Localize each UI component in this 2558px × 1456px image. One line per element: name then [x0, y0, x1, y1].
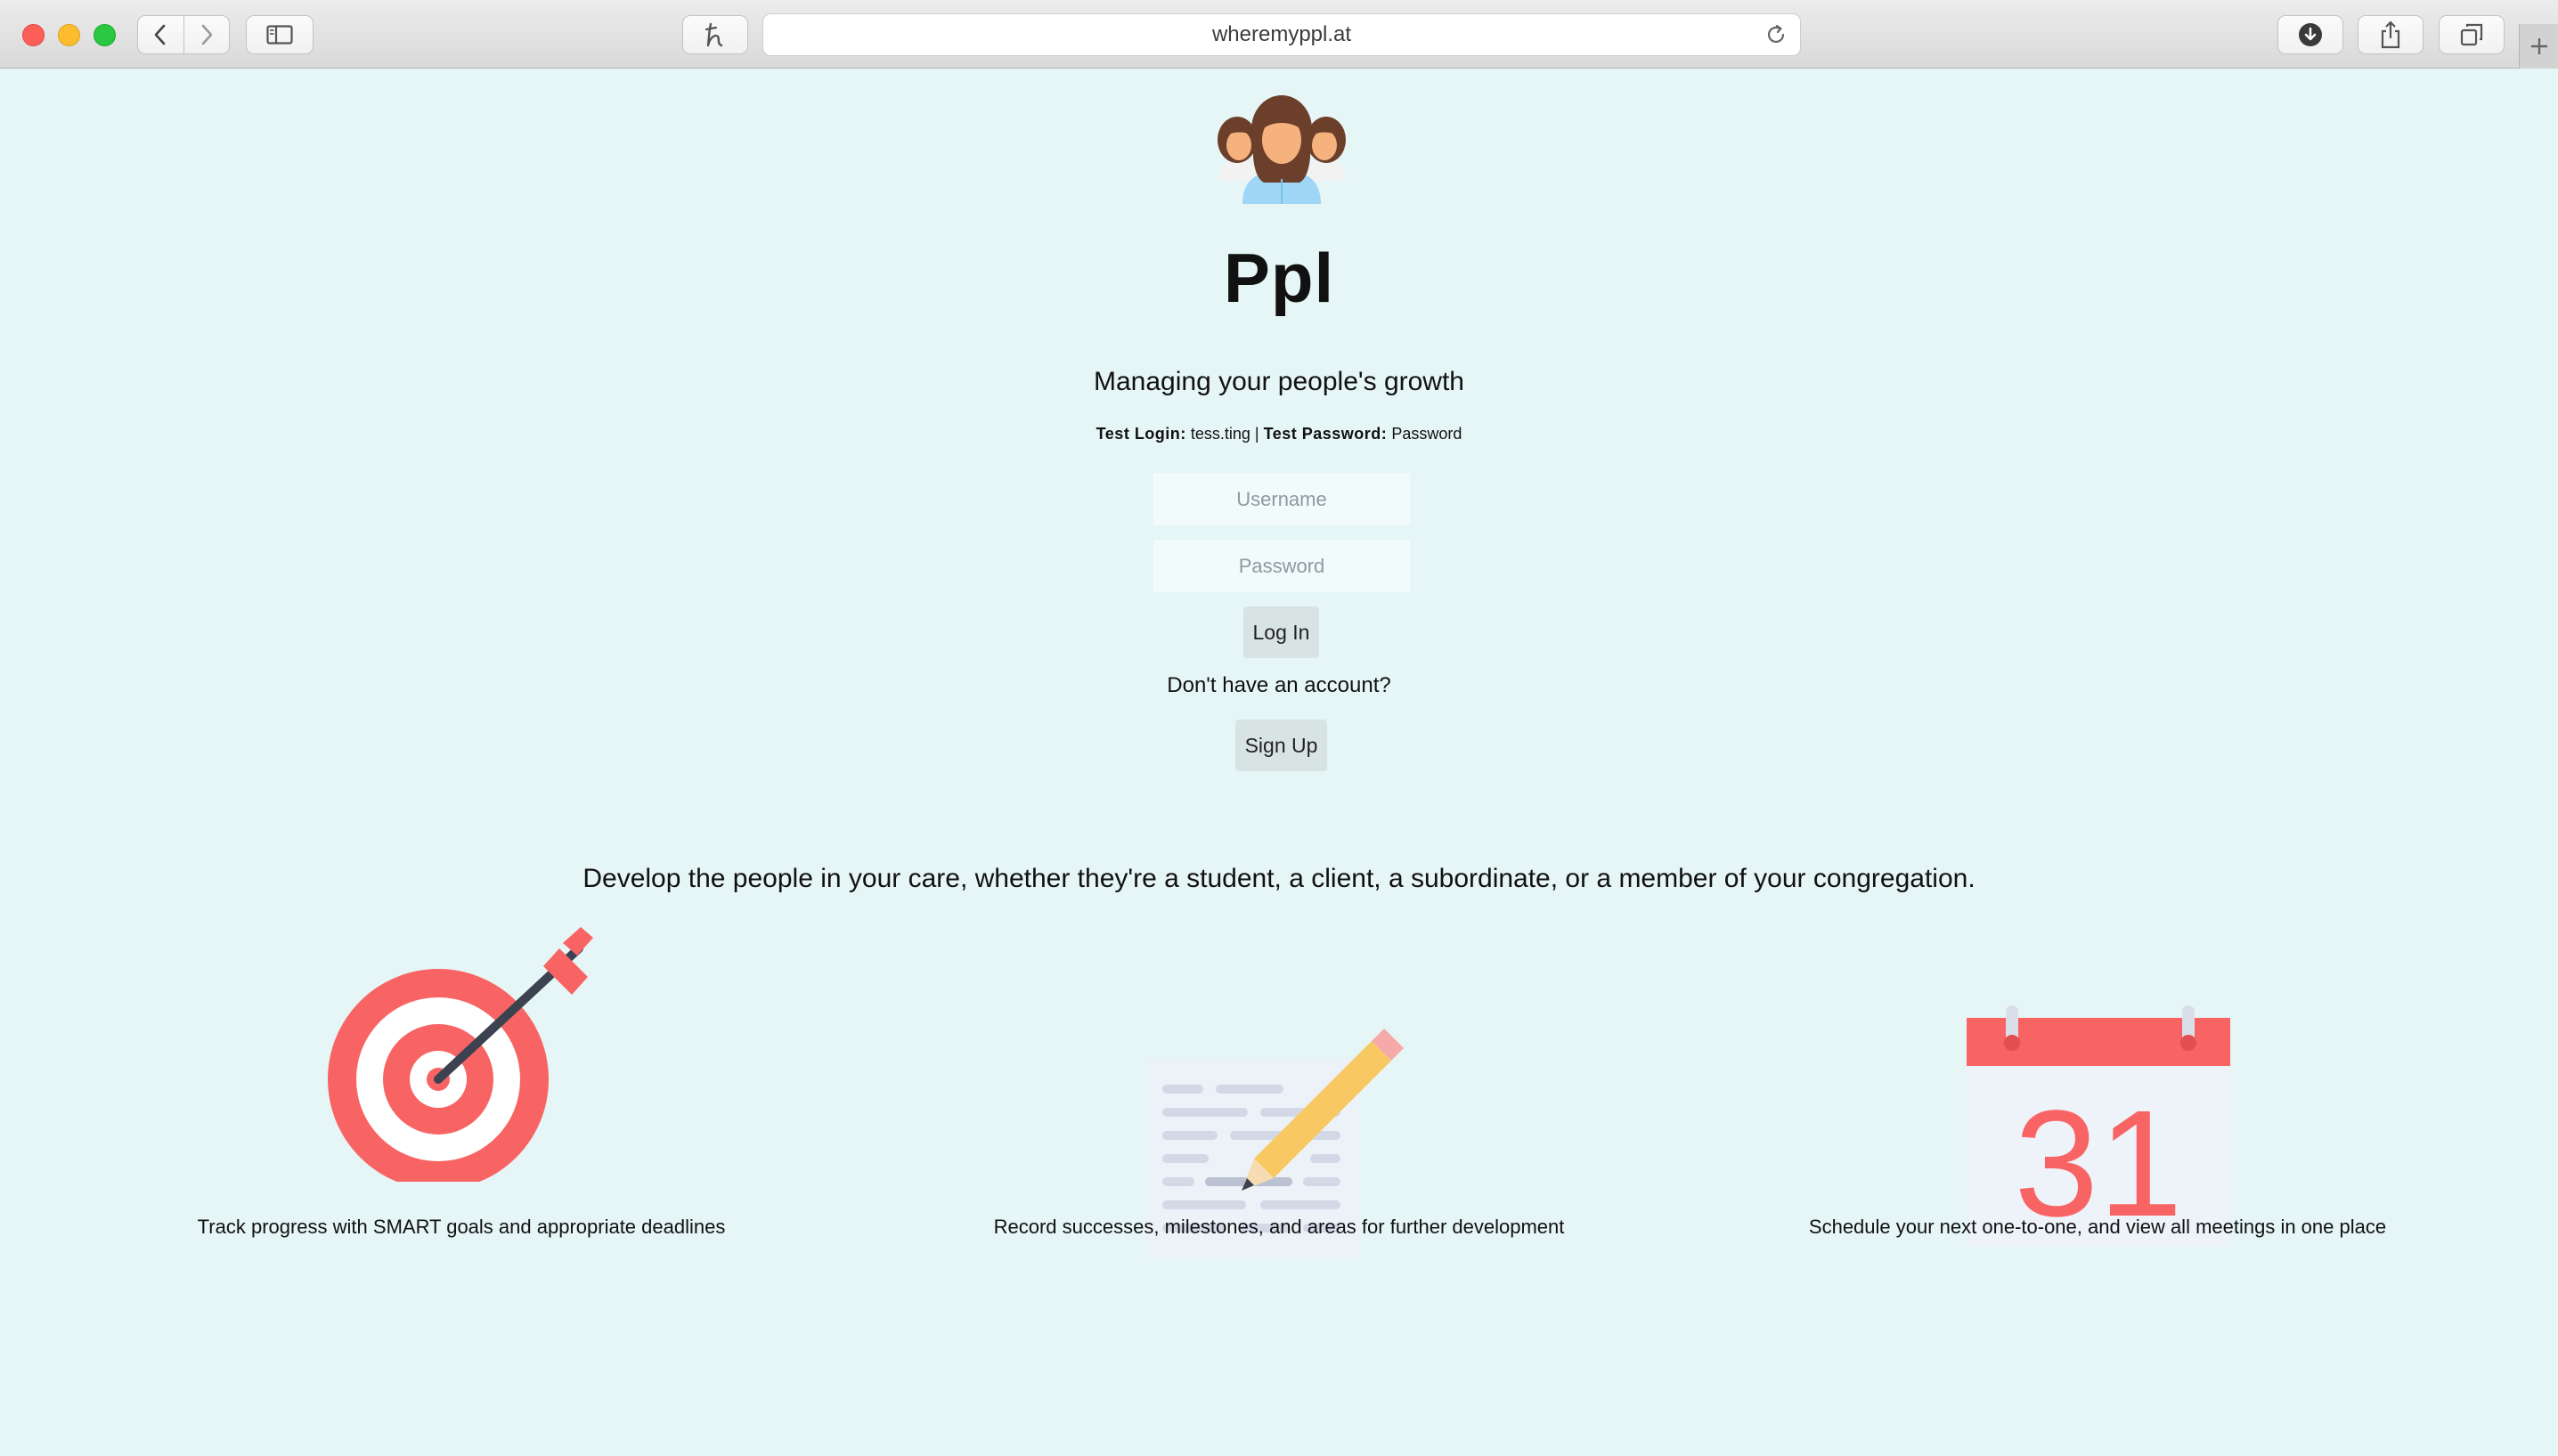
test-credentials: Test Login: tess.ting | Test Password: P… [0, 425, 2558, 443]
page-content: Ppl Managing your people's growth Test L… [0, 69, 2558, 1456]
plus-icon [2531, 38, 2547, 54]
feature-caption-goals: Track progress with SMART goals and appr… [197, 1216, 726, 1238]
feature-caption-meetings: Schedule your next one-to-one, and view … [1808, 1216, 2387, 1238]
download-icon [2299, 23, 2322, 46]
url-text: wheremyppl.at [1211, 22, 1352, 46]
app-title: Ppl [1223, 239, 1335, 317]
calendar-icon: 31 [1967, 1005, 2230, 1249]
test-login-value: tess.ting [1190, 425, 1250, 443]
downloads-button[interactable] [2277, 15, 2343, 54]
close-window-button[interactable] [22, 24, 45, 46]
reload-icon[interactable] [1764, 23, 1788, 46]
password-input[interactable] [1153, 540, 1410, 592]
history-nav [137, 15, 230, 54]
tabs-overview-button[interactable] [2439, 15, 2505, 54]
chevron-right-icon [201, 24, 213, 45]
forward-button[interactable] [184, 16, 230, 53]
honey-extension-button[interactable] [682, 15, 748, 54]
features-intro: Develop the people in your care, whether… [582, 864, 1976, 893]
honey-extension-icon [705, 22, 723, 47]
no-account-text: Don't have an account? [1167, 673, 1391, 697]
share-button[interactable] [2358, 15, 2424, 54]
target-arrow-icon [328, 927, 593, 1182]
signup-button[interactable]: Sign Up [1235, 720, 1327, 771]
test-login-label: Test Login: [1096, 425, 1186, 443]
username-input[interactable] [1153, 473, 1410, 525]
feature-caption-records: Record successes, milestones, and areas … [993, 1216, 1565, 1238]
chevron-left-icon [154, 24, 166, 45]
test-password-label: Test Password: [1263, 425, 1388, 443]
back-button[interactable] [138, 16, 184, 53]
credentials-separator: | [1254, 425, 1259, 443]
sidebar-icon [266, 25, 293, 45]
tabs-overview-icon [2460, 23, 2483, 46]
sidebar-button[interactable] [246, 15, 314, 54]
people-group-logo [1218, 95, 1346, 204]
new-tab-button[interactable] [2519, 24, 2558, 69]
minimize-window-button[interactable] [58, 24, 80, 46]
share-icon [2381, 20, 2400, 49]
browser-toolbar: wheremyppl.at [0, 0, 2558, 69]
address-bar[interactable]: wheremyppl.at [762, 13, 1801, 56]
login-button[interactable]: Log In [1243, 606, 1319, 658]
maximize-window-button[interactable] [94, 24, 116, 46]
tagline: Managing your people's growth [1094, 367, 1464, 396]
test-password-value: Password [1391, 425, 1462, 443]
